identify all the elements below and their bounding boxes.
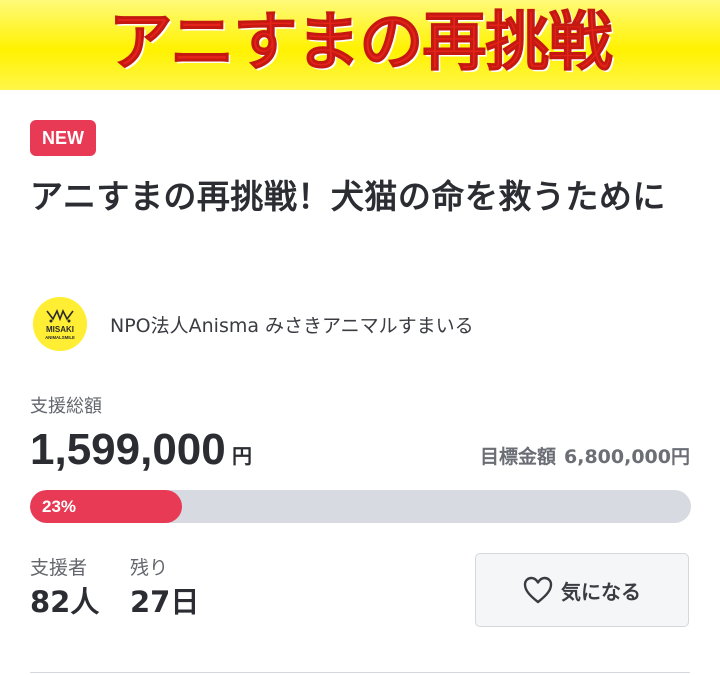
organization-logo[interactable]: MISAKI ANIMALSMILE xyxy=(33,297,87,351)
amount-unit: 円 xyxy=(232,444,252,468)
new-badge: NEW xyxy=(30,120,96,156)
hero-banner: アニすまの再挑戦 xyxy=(0,0,720,90)
section-divider xyxy=(30,672,690,673)
remaining-label: 残り xyxy=(130,557,169,579)
watch-label: 気になる xyxy=(561,579,641,604)
progress-bar: 23% xyxy=(30,490,691,523)
watch-button[interactable]: 気になる xyxy=(475,553,689,627)
organization-name[interactable]: NPO法人Anisma みさきアニマルすまいる xyxy=(110,313,474,339)
goal-label: 目標金額 xyxy=(480,446,557,468)
supporters-value: 82人 xyxy=(30,585,100,619)
banner-title: アニすまの再挑戦 xyxy=(108,5,613,81)
remaining-value: 27日 xyxy=(130,585,200,619)
goal-value: 6,800,000円 xyxy=(564,446,690,468)
supporters-label: 支援者 xyxy=(30,557,88,579)
amount-label: 支援総額 xyxy=(30,396,102,417)
goal-amount: 目標金額 6,800,000円 xyxy=(480,443,690,471)
progress-percent: 23% xyxy=(42,497,77,516)
logo-text-bottom: ANIMALSMILE xyxy=(45,335,75,340)
logo-text-top: MISAKI xyxy=(46,325,74,334)
amount-value: 1,599,000 xyxy=(30,425,226,474)
heart-icon xyxy=(523,576,553,604)
project-title: アニすまの再挑戦！犬猫の命を救うために xyxy=(30,177,666,216)
misaki-animal-smile-logo-icon: MISAKI ANIMALSMILE xyxy=(33,297,87,351)
